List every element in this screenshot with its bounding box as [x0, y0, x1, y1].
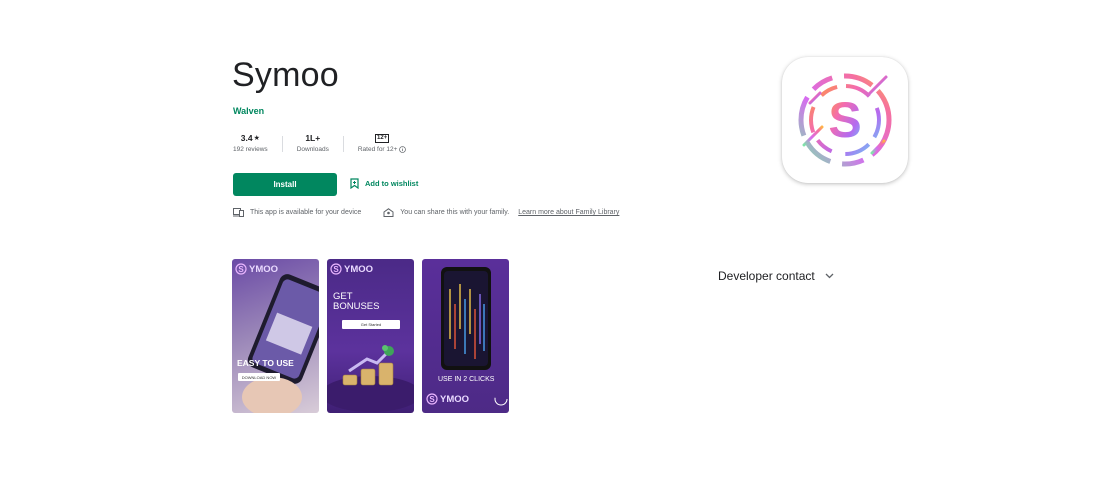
divider: [342, 136, 344, 152]
screenshot-2[interactable]: S YMOO GET BONUSES Get Started: [327, 259, 414, 413]
rating-value: 3.4: [240, 133, 253, 143]
screenshot-3-caption: USE IN 2 CLICKS: [438, 376, 495, 383]
availability-notes: This app is available for your device Yo…: [233, 208, 619, 217]
screenshot-1[interactable]: S YMOO EASY TO USE DOWNLOAD NOW: [232, 259, 319, 413]
chevron-down-icon: [825, 273, 834, 279]
device-note: This app is available for your device: [233, 208, 361, 217]
app-icon: S: [782, 57, 908, 183]
stats-row: 3.4 ★ 192 reviews 1L+ Downloads 12+ Rated…: [233, 132, 407, 153]
developer-contact-label: Developer contact: [718, 269, 815, 283]
rating-stat[interactable]: 3.4 ★ 192 reviews: [233, 132, 268, 153]
family-note-text: You can share this with your family.: [400, 209, 510, 216]
wishlist-label: Add to wishlist: [365, 179, 419, 188]
bookmark-add-icon: [350, 178, 359, 189]
family-note: You can share this with your family. Lea…: [383, 208, 619, 217]
age-rating-badge: 12+: [375, 133, 390, 143]
phone-in-hand-illustration: [242, 274, 319, 413]
family-icon: [383, 208, 394, 217]
divider: [281, 136, 283, 152]
screenshot-1-headline: EASY TO USE: [237, 358, 294, 368]
developer-contact-toggle[interactable]: Developer contact: [718, 269, 834, 283]
coins-illustration: [327, 345, 414, 412]
developer-link[interactable]: Walven: [233, 106, 264, 116]
downloads-stat: 1L+ Downloads: [297, 132, 329, 153]
star-icon: ★: [253, 135, 260, 142]
svg-text:S: S: [429, 395, 435, 404]
screenshot-brand: S YMOO: [426, 393, 469, 405]
downloads-value: 1L+: [305, 133, 321, 143]
content-rating-stat: 12+ Rated for 12+: [358, 132, 407, 153]
age-rating-label: Rated for 12+: [357, 146, 398, 153]
info-icon[interactable]: [399, 146, 407, 153]
symoo-logo-icon: S: [426, 393, 438, 405]
device-note-text: This app is available for your device: [250, 209, 362, 216]
family-library-link[interactable]: Learn more about Family Library: [518, 209, 619, 216]
downloads-label: Downloads: [296, 146, 329, 153]
phone-chart-illustration: [441, 267, 508, 406]
reviews-label: 192 reviews: [233, 146, 268, 153]
add-to-wishlist-button[interactable]: Add to wishlist: [350, 178, 418, 189]
svg-text:S: S: [828, 92, 861, 148]
app-title: Symoo: [232, 56, 339, 94]
install-button[interactable]: Install: [233, 173, 337, 196]
screenshot-3[interactable]: USE IN 2 CLICKS S YMOO: [422, 259, 509, 413]
screenshot-1-button: DOWNLOAD NOW: [238, 373, 280, 381]
device-icon: [233, 208, 244, 217]
